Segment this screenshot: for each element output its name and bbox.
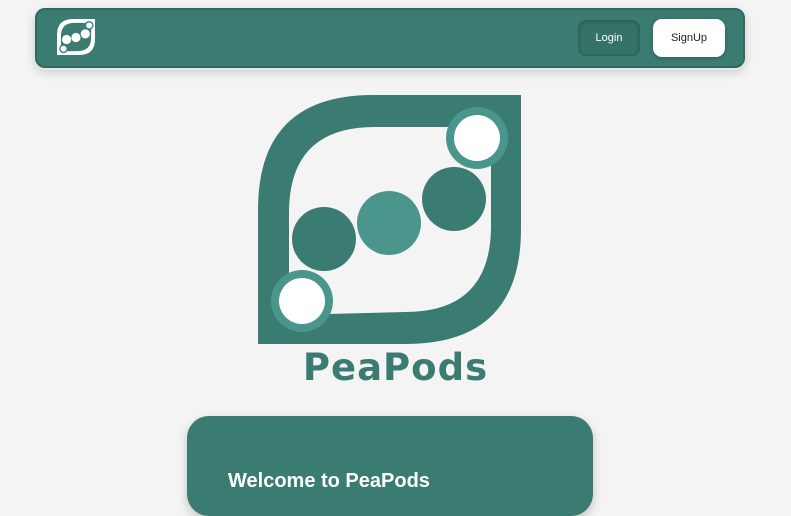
top-navbar: Login SignUp: [35, 8, 745, 68]
welcome-title: Welcome to PeaPods: [228, 470, 430, 492]
peapod-logo-icon[interactable]: [57, 18, 95, 56]
login-button[interactable]: Login: [578, 20, 640, 56]
welcome-card: Welcome to PeaPods: [187, 416, 593, 516]
brand-name: PeaPods: [302, 346, 489, 389]
peapod-logo-icon: [258, 95, 521, 344]
signup-button[interactable]: SignUp: [653, 19, 725, 57]
